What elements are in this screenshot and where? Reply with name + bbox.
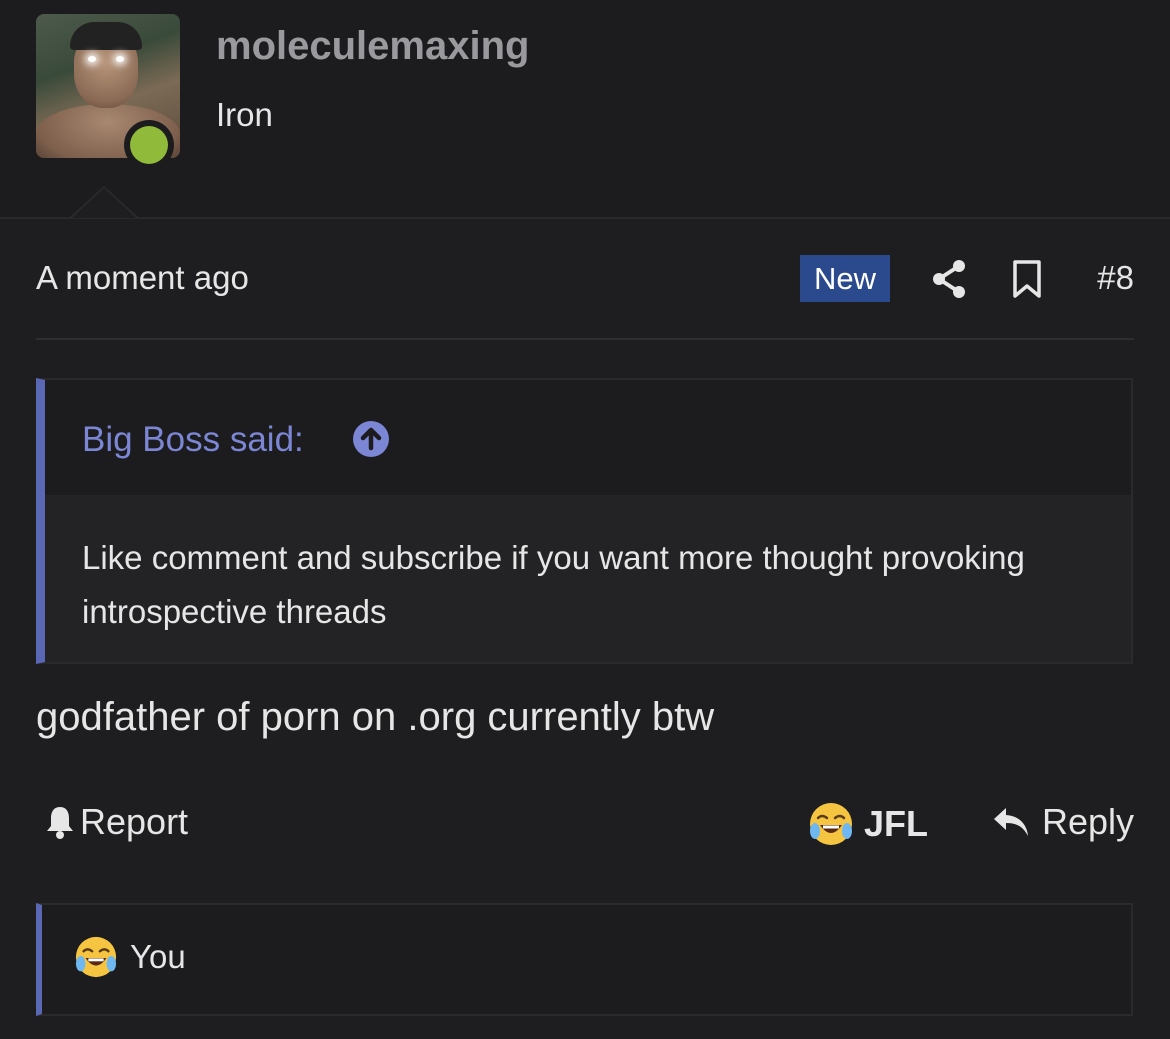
quote-text: Like comment and subscribe if you want m… — [82, 539, 1025, 630]
user-title: Iron — [216, 96, 273, 133]
post: A moment ago New #8 Big Boss said: Like … — [0, 219, 1170, 1039]
share-icon[interactable] — [931, 259, 967, 299]
username[interactable]: moleculemaxing — [216, 24, 529, 69]
post-number[interactable]: #8 — [1097, 259, 1134, 297]
post-actions: Report JFL Reply — [36, 801, 1134, 857]
reply-button[interactable]: Reply — [992, 801, 1134, 843]
reactions-list: You — [74, 935, 186, 979]
reactions-users: You — [130, 938, 186, 975]
quote-header: Big Boss said: — [45, 380, 1131, 495]
bell-icon — [47, 807, 73, 839]
reactions-summary[interactable]: You — [36, 903, 1133, 1016]
jfl-label: JFL — [864, 803, 929, 844]
divider — [36, 338, 1134, 340]
report-label: Report — [80, 801, 189, 842]
user-block: moleculemaxing Iron — [0, 0, 1170, 219]
avatar-cap — [70, 22, 142, 50]
quote-author[interactable]: Big Boss said: — [82, 420, 304, 460]
post-meta: A moment ago New #8 — [36, 255, 1134, 305]
quote-body: Like comment and subscribe if you want m… — [45, 495, 1131, 662]
avatar-eye — [116, 56, 124, 62]
new-badge: New — [800, 255, 890, 302]
user-pointer-arrow — [70, 186, 138, 218]
reply-arrow-icon — [993, 808, 1028, 836]
tears-of-joy-emoji-icon — [810, 803, 852, 845]
jfl-reaction-button[interactable]: JFL — [808, 801, 928, 847]
online-status-dot — [124, 120, 174, 170]
report-button[interactable]: Report — [44, 801, 188, 843]
page: moleculemaxing Iron A moment ago New #8 … — [0, 0, 1170, 1039]
reply-label: Reply — [1041, 801, 1134, 842]
post-message: godfather of porn on .org currently btw — [36, 695, 715, 739]
quote-block: Big Boss said: Like comment and subscrib… — [36, 378, 1133, 664]
tears-of-joy-emoji-icon — [75, 936, 117, 978]
avatar-eye — [88, 56, 96, 62]
post-timestamp[interactable]: A moment ago — [36, 259, 249, 297]
bookmark-icon[interactable] — [1012, 259, 1042, 299]
arrow-up-circle-icon[interactable] — [352, 420, 390, 458]
